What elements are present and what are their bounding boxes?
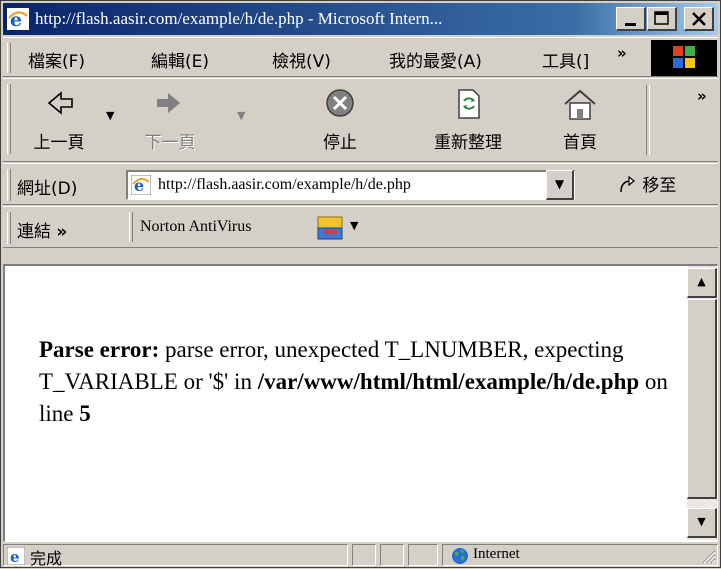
go-button[interactable]: 移至 xyxy=(617,171,676,196)
vertical-scrollbar[interactable]: ▲ ▼ xyxy=(687,266,717,540)
title-bar[interactable]: e http://flash.aasir.com/example/h/de.ph… xyxy=(3,3,718,35)
page-content: Parse error: parse error, unexpected T_L… xyxy=(3,264,718,542)
toolbar-more-chevron[interactable]: » xyxy=(697,87,707,105)
home-icon xyxy=(564,89,596,120)
refresh-icon xyxy=(458,89,480,119)
forward-arrow-icon xyxy=(157,93,180,113)
window-title: http://flash.aasir.com/example/h/de.php … xyxy=(35,9,443,28)
status-pane xyxy=(352,544,376,566)
menu-more-chevron[interactable]: » xyxy=(617,44,627,62)
links-separator xyxy=(129,212,133,242)
error-line-number: 5 xyxy=(79,401,91,426)
close-icon xyxy=(692,12,706,26)
address-input[interactable]: e http://flash.aasir.com/example/h/de.ph… xyxy=(126,170,575,200)
refresh-label: 重新整理 xyxy=(434,133,502,153)
status-bar: e 完成 Internet xyxy=(3,542,718,568)
minimize-button[interactable] xyxy=(616,7,646,31)
norton-antivirus-link[interactable]: Norton AntiVirus xyxy=(140,218,251,236)
norton-antivirus-icon[interactable] xyxy=(317,216,343,240)
refresh-button[interactable]: 重新整理 xyxy=(413,81,523,159)
windows-logo xyxy=(651,40,717,76)
links-label[interactable]: 連結 » xyxy=(17,217,67,242)
error-file-path: /var/www/html/html/example/h/de.php xyxy=(257,369,640,394)
status-pane xyxy=(380,544,404,566)
menu-bar: 檔案(F) 編輯(E) 檢視(V) 我的最愛(A) 工具(] » xyxy=(3,37,718,77)
toolbar-separator xyxy=(646,85,650,155)
forward-label: 下一頁 xyxy=(144,133,196,153)
go-label: 移至 xyxy=(642,176,677,196)
status-text: 完成 xyxy=(30,549,63,568)
toolbar-grip[interactable] xyxy=(7,84,11,154)
go-arrow-icon xyxy=(620,176,635,193)
ie-page-icon: e xyxy=(131,175,151,195)
error-message: Parse error: parse error, unexpected T_L… xyxy=(39,334,679,430)
norton-dropdown-arrow[interactable]: ▼ xyxy=(350,219,358,232)
status-main-pane: e 完成 xyxy=(3,544,348,568)
menu-favorites[interactable]: 我的最愛(A) xyxy=(389,47,482,72)
address-label: 網址(D) xyxy=(17,179,78,199)
standard-toolbar: 上一頁 ▼ 下一頁 ▼ 停止 重新整理 首頁 » xyxy=(3,78,718,162)
menu-view[interactable]: 檢視(V) xyxy=(272,47,331,72)
forward-dropdown-arrow[interactable]: ▼ xyxy=(237,109,245,122)
menu-edit[interactable]: 編輯(E) xyxy=(151,47,209,72)
ie-page-icon: e xyxy=(7,547,25,565)
scroll-down-button[interactable]: ▼ xyxy=(687,508,717,538)
forward-button[interactable]: 下一頁 xyxy=(125,81,215,159)
maximize-button[interactable] xyxy=(647,7,677,31)
address-url: http://flash.aasir.com/example/h/de.php xyxy=(158,176,411,193)
back-arrow-icon xyxy=(47,91,73,115)
home-button[interactable]: 首頁 xyxy=(545,81,615,159)
toolbar-grip[interactable] xyxy=(7,212,11,244)
resize-grip-icon[interactable] xyxy=(698,546,716,564)
stop-button[interactable]: 停止 xyxy=(305,81,375,159)
close-button[interactable] xyxy=(684,7,714,31)
back-label: 上一頁 xyxy=(33,133,85,153)
address-dropdown-button[interactable]: ▼ xyxy=(546,170,574,200)
back-button[interactable]: 上一頁 xyxy=(19,81,99,159)
status-zone-pane: Internet xyxy=(442,544,718,566)
svg-text:e: e xyxy=(10,548,20,565)
home-label: 首頁 xyxy=(563,133,597,153)
windows-flag-icon xyxy=(673,46,695,68)
status-pane xyxy=(408,544,438,566)
toolbar-grip[interactable] xyxy=(7,43,11,73)
back-dropdown-arrow[interactable]: ▼ xyxy=(106,109,114,122)
menu-file[interactable]: 檔案(F) xyxy=(28,47,85,72)
globe-icon xyxy=(452,548,468,564)
address-bar: 網址(D) e http://flash.aasir.com/example/h… xyxy=(3,163,718,205)
scroll-thumb[interactable] xyxy=(687,299,717,499)
error-label: Parse error: xyxy=(39,337,160,362)
stop-label: 停止 xyxy=(323,133,357,153)
scroll-up-button[interactable]: ▲ xyxy=(687,268,717,298)
stop-icon xyxy=(326,89,354,117)
security-zone-label: Internet xyxy=(473,546,520,562)
menu-tools[interactable]: 工具(] xyxy=(542,47,589,72)
links-bar: 連結 » Norton AntiVirus ▼ xyxy=(3,206,718,248)
ie-icon: e xyxy=(7,8,29,30)
toolbar-grip[interactable] xyxy=(7,169,11,201)
browser-window: e http://flash.aasir.com/example/h/de.ph… xyxy=(0,0,721,568)
minimize-icon xyxy=(625,23,636,26)
maximize-icon xyxy=(654,11,669,25)
